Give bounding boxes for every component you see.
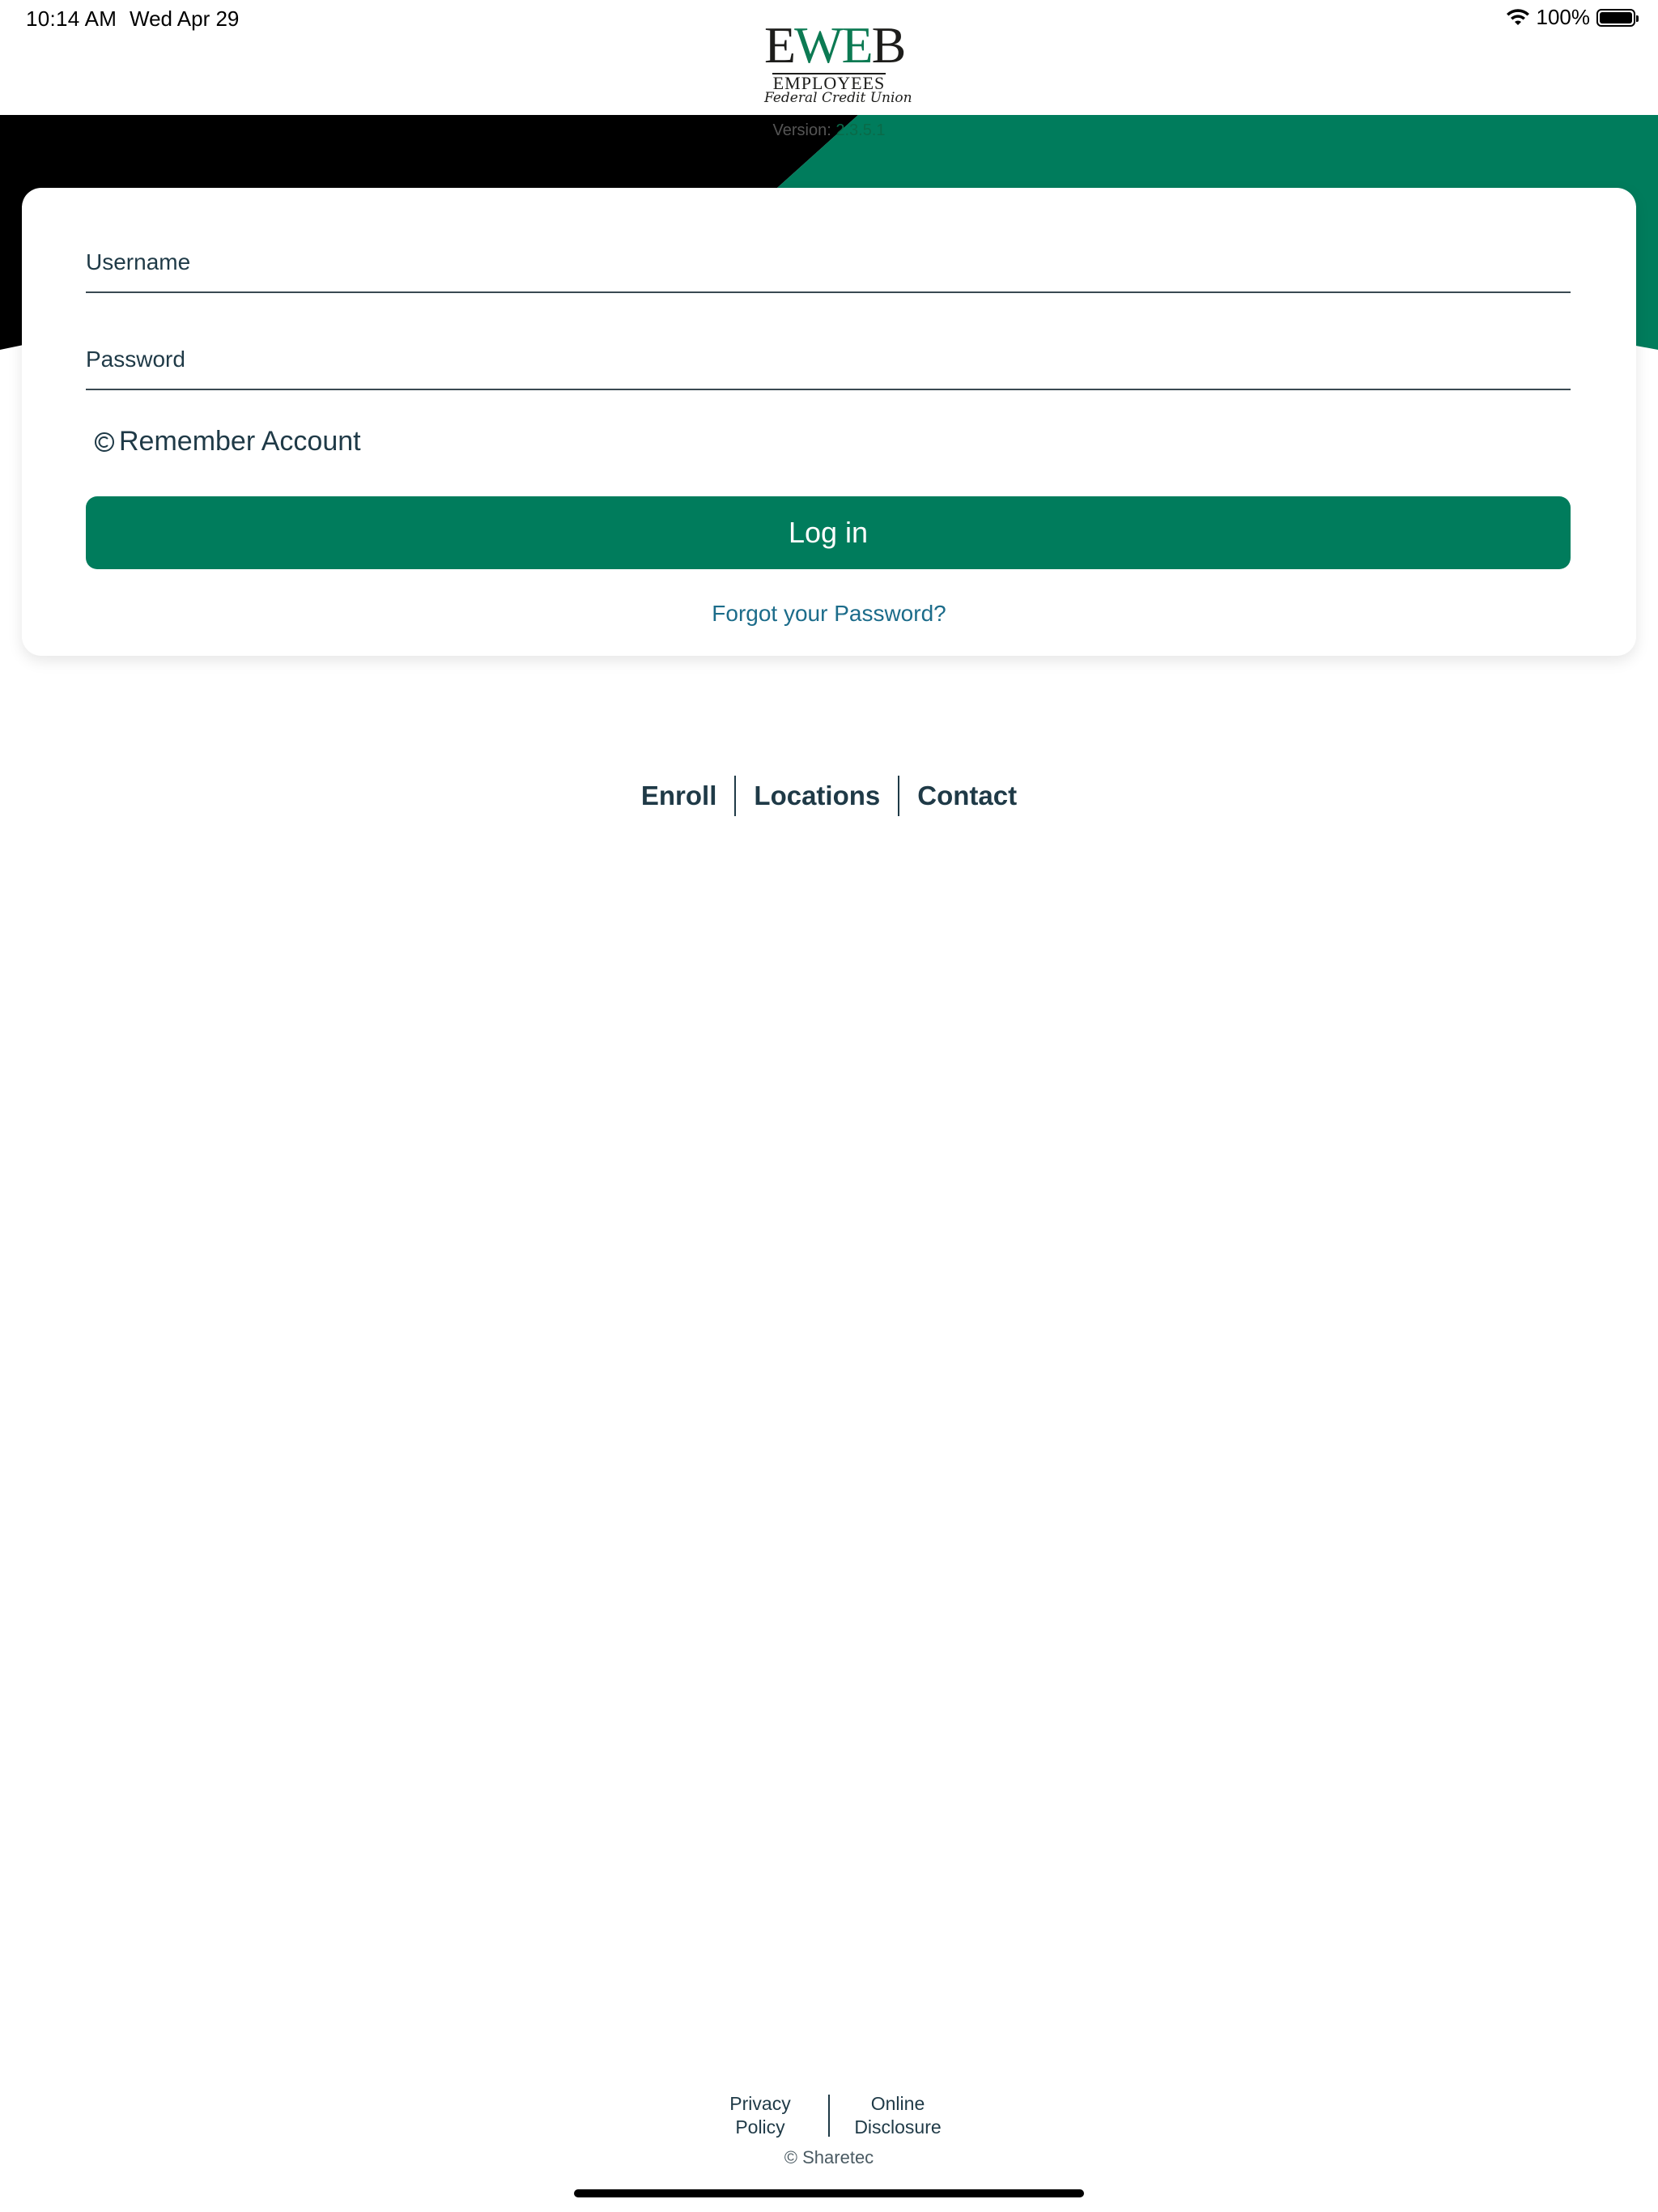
username-input[interactable] <box>86 243 1571 293</box>
version-text: Version: 2.3.5.1 <box>0 121 1658 140</box>
forgot-password-link[interactable]: Forgot your Password? <box>22 601 1636 627</box>
status-indicators: 100% <box>1506 5 1639 30</box>
app-screen: 10:14 AM Wed Apr 29 100% EWEB EMPLOYEES … <box>0 0 1658 2212</box>
version-label: Version: <box>772 121 831 139</box>
online-disclosure-line2: Disclosure <box>854 2116 942 2138</box>
password-input[interactable] <box>86 340 1571 390</box>
battery-fill <box>1600 11 1632 23</box>
locations-link[interactable]: Locations <box>736 781 898 811</box>
remember-account-label: Remember Account <box>119 426 361 457</box>
battery-icon <box>1596 8 1639 27</box>
contact-link[interactable]: Contact <box>899 781 1035 811</box>
radio-unchecked-icon <box>93 431 116 453</box>
wifi-icon <box>1506 8 1530 27</box>
status-time: 10:14 AM <box>26 6 117 31</box>
footer-links: Privacy Policy Online Disclosure <box>0 2092 1658 2139</box>
copyright-text: © Sharetec <box>784 2147 874 2167</box>
enroll-link[interactable]: Enroll <box>623 781 735 811</box>
remember-account-toggle[interactable]: Remember Account <box>93 426 361 457</box>
logo-fcu: Federal Credit Union <box>764 90 912 106</box>
logo-letter-e: E <box>764 16 796 74</box>
logo-employees: EMPLOYEES <box>772 73 886 93</box>
privacy-policy-line2: Policy <box>735 2116 785 2138</box>
logo-letter-b: B <box>871 16 907 74</box>
battery-tip <box>1636 15 1639 22</box>
login-button[interactable]: Log in <box>86 496 1571 569</box>
online-disclosure-link[interactable]: Online Disclosure <box>830 2092 966 2139</box>
version-number: 2.3.5.1 <box>835 121 886 139</box>
logo-wordmark: EWEB <box>764 16 906 74</box>
login-card: Remember Account Log in Forgot your Pass… <box>22 188 1636 656</box>
logo-letters-we: WE <box>794 16 873 74</box>
privacy-policy-link[interactable]: Privacy Policy <box>692 2092 828 2139</box>
quick-links: Enroll Locations Contact <box>0 776 1658 816</box>
privacy-policy-line1: Privacy <box>729 2093 791 2114</box>
battery-percent: 100% <box>1536 5 1591 29</box>
status-date: Wed Apr 29 <box>130 6 240 31</box>
eweb-logo: EWEB EMPLOYEES Federal Credit Union <box>764 16 912 106</box>
online-disclosure-line1: Online <box>870 2093 925 2114</box>
home-indicator[interactable] <box>574 2189 1084 2197</box>
